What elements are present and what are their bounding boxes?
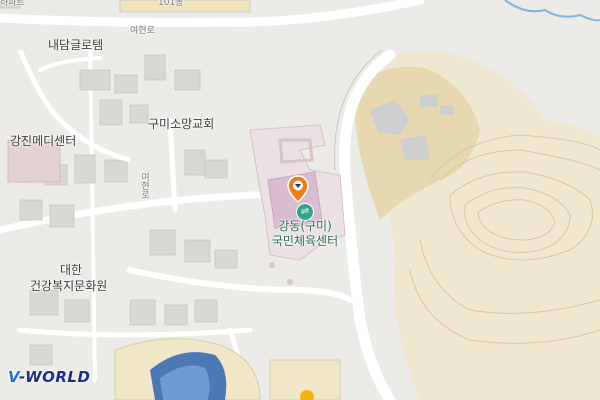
map-label-health-welfare[interactable]: 건강복지문화원 (30, 279, 107, 294)
map-label-road-yeohyeon: 여현로 (130, 26, 155, 36)
location-pin-icon[interactable] (287, 175, 309, 203)
map-label-naedam[interactable]: 내담글로템 (48, 38, 103, 53)
poi-label-line2[interactable]: 국민체육센터 (262, 234, 348, 249)
map-label-apartment-partial: 하파트 (0, 0, 25, 8)
map-label-building-101: 101동 (158, 0, 184, 8)
map-label-daehan[interactable]: 대한 (60, 263, 82, 278)
map-canvas[interactable]: 하파트 101동 여현로 내담글로템 구미소망교회 강진메디센터 여현로 대한 … (0, 0, 600, 400)
vworld-logo: V-WORLD (8, 368, 91, 386)
map-label-road-yeohyeon-vertical: 여현로 (139, 172, 149, 199)
map-label-gumi-church[interactable]: 구미소망교회 (148, 117, 214, 132)
map-label-gangjin-medi[interactable]: 강진메디센터 (10, 134, 76, 149)
poi-marker-icon[interactable] (300, 390, 314, 400)
poi-label-line1[interactable]: 강동(구미) (262, 219, 348, 234)
